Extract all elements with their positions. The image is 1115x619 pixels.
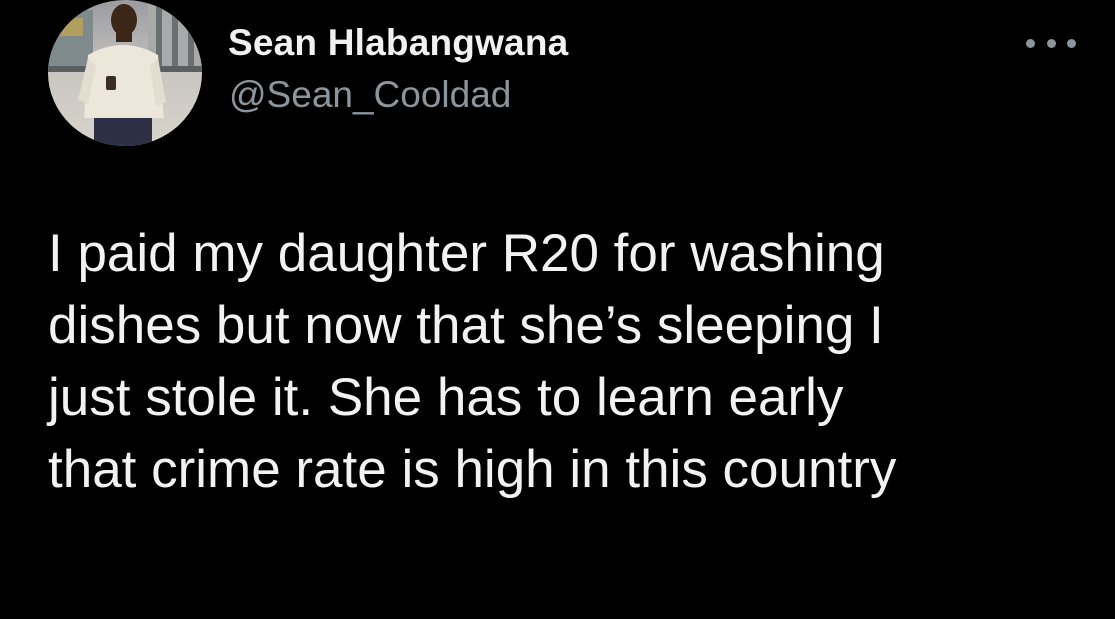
tweet-text: I paid my daughter R20 for washing dishe… bbox=[48, 218, 1098, 506]
dot bbox=[1067, 38, 1076, 48]
author-display-name[interactable]: Sean Hlabangwana bbox=[228, 22, 568, 64]
author-handle[interactable]: @Sean_Cooldad bbox=[229, 74, 511, 116]
tweet-text-line: that crime rate is high in this country bbox=[48, 440, 897, 499]
profile-photo-icon bbox=[48, 0, 202, 146]
tweet-card: Sean Hlabangwana @Sean_Cooldad I paid my… bbox=[0, 0, 1115, 619]
tweet-text-line: just stole it. She has to learn early bbox=[48, 368, 844, 427]
more-options-icon[interactable] bbox=[1026, 28, 1076, 58]
author-avatar[interactable] bbox=[48, 0, 202, 146]
dot bbox=[1046, 38, 1056, 48]
tweet-text-line: dishes but now that she’s sleeping I bbox=[48, 296, 884, 355]
tweet-text-line: I paid my daughter R20 for washing bbox=[48, 224, 885, 283]
dot bbox=[1026, 38, 1035, 48]
